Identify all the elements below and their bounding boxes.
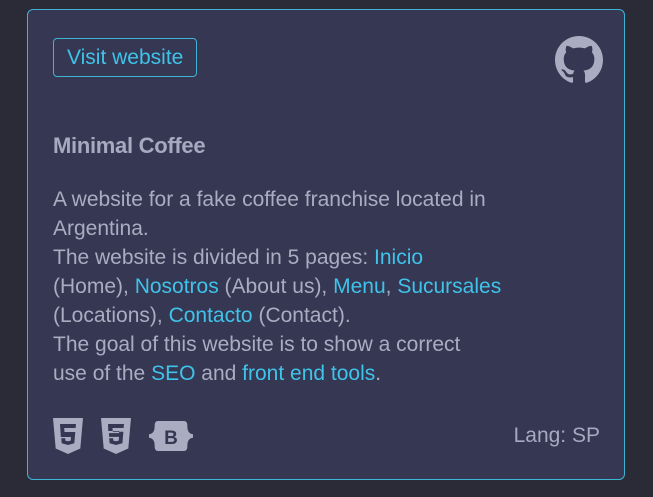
project-description: A website for a fake coffee franchise lo…	[53, 185, 573, 388]
desc-text: (About us),	[218, 275, 334, 298]
tech-icons: B	[53, 418, 193, 454]
svg-text:B: B	[164, 428, 178, 449]
desc-line: Argentina.	[53, 217, 149, 240]
desc-text: ,	[385, 275, 398, 298]
link-contacto[interactable]: Contacto	[169, 304, 253, 327]
desc-line: The goal of this website is to show a co…	[53, 333, 461, 356]
link-menu[interactable]: Menu	[333, 275, 386, 298]
desc-line: (Home), Nosotros (About us), Menu, Sucur…	[53, 272, 573, 301]
link-front-end-tools[interactable]: front end tools	[242, 362, 375, 385]
css3-icon	[101, 418, 131, 454]
desc-text: use of the	[53, 362, 152, 385]
desc-text: .	[375, 362, 382, 385]
link-sucursales[interactable]: Sucursales	[397, 275, 501, 298]
bootstrap-icon: B	[149, 421, 193, 451]
language-label: Lang: SP	[513, 424, 600, 447]
desc-text: (Locations),	[53, 304, 169, 327]
visit-website-button[interactable]: Visit website	[53, 38, 198, 77]
project-card: Visit website Minimal Coffee A website f…	[27, 9, 625, 480]
link-seo[interactable]: SEO	[151, 362, 195, 385]
desc-line: The website is divided in 5 pages: Inici…	[53, 243, 573, 272]
desc-line: (Locations), Contacto (Contact).	[53, 301, 573, 330]
link-inicio[interactable]: Inicio	[374, 246, 423, 269]
desc-text: (Home),	[53, 275, 135, 298]
desc-text: (Contact).	[252, 304, 351, 327]
desc-text: and	[195, 362, 243, 385]
desc-line: use of the SEO and front end tools.	[53, 359, 573, 388]
desc-text: The website is divided in 5 pages:	[53, 246, 375, 269]
project-title: Minimal Coffee	[53, 133, 206, 158]
desc-line: A website for a fake coffee franchise lo…	[53, 188, 486, 211]
html5-icon	[53, 418, 83, 454]
github-icon[interactable]	[555, 36, 603, 84]
link-nosotros[interactable]: Nosotros	[135, 275, 219, 298]
